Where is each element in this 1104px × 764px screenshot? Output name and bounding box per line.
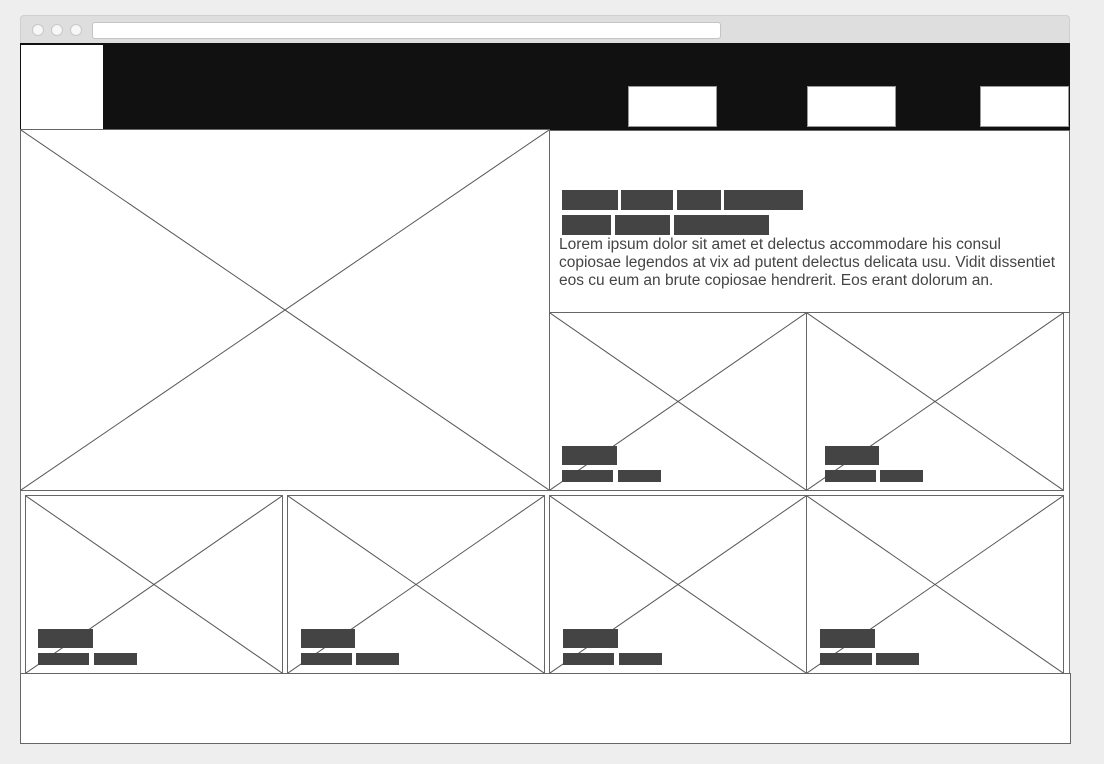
nav-button-1[interactable] bbox=[628, 86, 717, 127]
card-title-block bbox=[563, 629, 618, 648]
card-meta-block bbox=[94, 653, 137, 665]
card-title-block bbox=[820, 629, 875, 648]
nav-button-2[interactable] bbox=[807, 86, 896, 127]
image-placeholder-cross bbox=[21, 130, 549, 490]
card-image-placeholder[interactable] bbox=[549, 495, 807, 674]
card-image-placeholder[interactable] bbox=[806, 495, 1064, 674]
card-meta-block bbox=[825, 470, 876, 482]
card-meta-block bbox=[562, 470, 613, 482]
card-image-placeholder[interactable] bbox=[25, 495, 283, 674]
browser-chrome bbox=[20, 15, 1070, 44]
card-meta-block bbox=[563, 653, 614, 665]
card-meta-block bbox=[356, 653, 399, 665]
site-header bbox=[20, 43, 1070, 130]
hero-text-panel: Lorem ipsum dolor sit amet et delectus a… bbox=[549, 130, 1070, 313]
window-minimize-dot[interactable] bbox=[51, 24, 63, 36]
card-title-block bbox=[38, 629, 93, 648]
heading-word-block bbox=[724, 190, 803, 210]
heading-word-block bbox=[562, 190, 618, 210]
card-image-placeholder[interactable] bbox=[806, 312, 1064, 491]
hero-paragraph: Lorem ipsum dolor sit amet et delectus a… bbox=[559, 236, 1056, 289]
card-meta-block bbox=[820, 653, 872, 665]
site-footer bbox=[20, 673, 1071, 744]
logo-placeholder[interactable] bbox=[21, 45, 103, 129]
card-image-placeholder[interactable] bbox=[549, 312, 807, 491]
card-meta-block bbox=[301, 653, 352, 665]
heading-word-block bbox=[562, 215, 611, 235]
heading-word-block bbox=[621, 190, 673, 210]
card-title-block bbox=[825, 446, 879, 465]
heading-word-block bbox=[677, 190, 721, 210]
card-title-block bbox=[562, 446, 617, 465]
card-image-placeholder[interactable] bbox=[287, 495, 545, 674]
heading-word-block bbox=[615, 215, 670, 235]
card-meta-block bbox=[876, 653, 919, 665]
card-meta-block bbox=[880, 470, 923, 482]
window-maximize-dot[interactable] bbox=[70, 24, 82, 36]
card-meta-block bbox=[618, 470, 661, 482]
card-meta-block bbox=[619, 653, 662, 665]
url-bar[interactable] bbox=[92, 22, 721, 39]
window-close-dot[interactable] bbox=[32, 24, 44, 36]
hero-image-placeholder[interactable] bbox=[20, 129, 550, 491]
card-meta-block bbox=[38, 653, 89, 665]
heading-word-block bbox=[674, 215, 769, 235]
card-title-block bbox=[301, 629, 355, 648]
nav-button-3[interactable] bbox=[980, 86, 1069, 127]
